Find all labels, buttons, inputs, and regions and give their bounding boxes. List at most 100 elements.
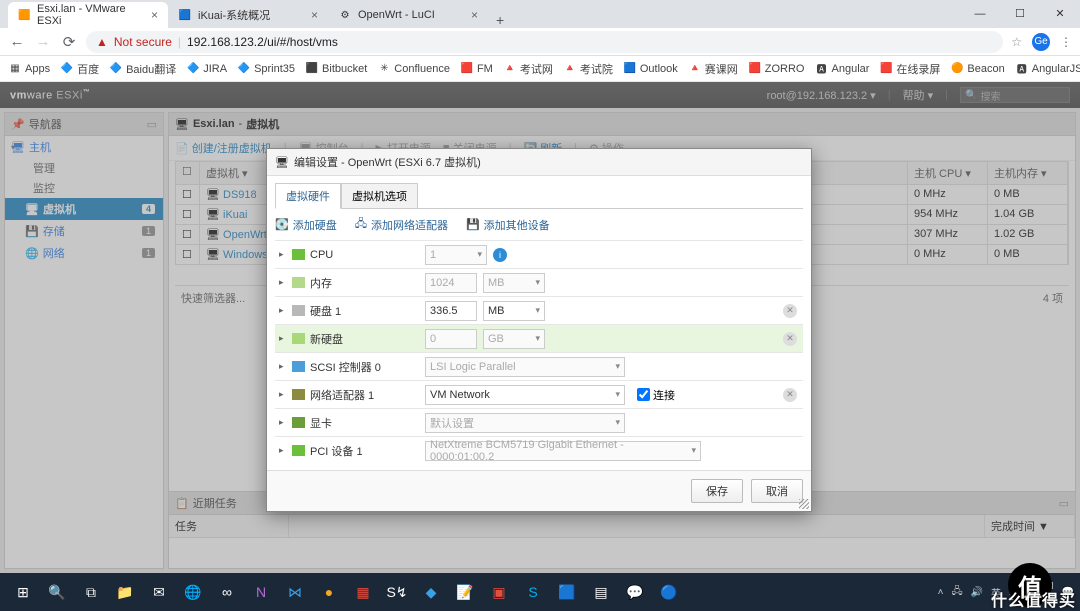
new-tab-button[interactable]: + — [488, 12, 512, 28]
vscode-icon[interactable]: ⋈ — [278, 576, 312, 608]
task-view-icon[interactable]: ⧉ — [74, 576, 108, 608]
bookmark-item[interactable]: 🅰AngularJS — [1015, 62, 1080, 76]
app-icon[interactable]: ◆ — [414, 576, 448, 608]
skype-icon[interactable]: S — [516, 576, 550, 608]
vm-name-link[interactable]: iKuai — [223, 209, 247, 221]
app-icon[interactable]: ▤ — [584, 576, 618, 608]
bookmark-item[interactable]: ▦Apps — [8, 62, 50, 76]
gpu-select[interactable]: 默认设置 — [425, 413, 625, 433]
expand-icon[interactable]: ▸ — [279, 305, 287, 316]
bookmark-item[interactable]: 🔷百度 — [60, 61, 99, 77]
row-checkbox[interactable]: ☐ — [176, 185, 200, 204]
tab-vm-options[interactable]: 虚拟机选项 — [341, 183, 418, 209]
col-task[interactable]: 任务 — [169, 515, 289, 537]
bookmark-item[interactable]: 🟠Beacon — [950, 62, 1004, 76]
remove-icon[interactable]: ✕ — [783, 332, 797, 346]
tray-chevron-icon[interactable]: ˄ — [938, 587, 944, 598]
forward-button[interactable]: → — [34, 33, 52, 50]
vm-name-link[interactable]: OpenWrt — [223, 229, 267, 241]
bookmark-item[interactable]: 🔺赛课网 — [688, 61, 738, 77]
expand-icon[interactable]: ▸ — [279, 249, 287, 260]
maximize-button[interactable]: ☐ — [1000, 0, 1040, 28]
pin-icon[interactable]: 📌 — [11, 118, 25, 131]
bookmark-item[interactable]: 🔷Sprint35 — [237, 62, 295, 76]
newdisk-unit-select[interactable]: GB — [483, 329, 545, 349]
star-icon[interactable]: ☆ — [1011, 35, 1022, 49]
tray-volume-icon[interactable]: 🔊 — [971, 587, 983, 598]
remove-icon[interactable]: ✕ — [783, 304, 797, 318]
app-icon[interactable]: 🔵 — [652, 576, 686, 608]
app-icon[interactable]: ▦ — [346, 576, 380, 608]
nic-network-select[interactable]: VM Network — [425, 385, 625, 405]
app-icon[interactable]: 🟦 — [550, 576, 584, 608]
nav-vms[interactable]: 🖥 虚拟机 4 — [5, 198, 163, 220]
expand-icon[interactable]: ▸ — [279, 277, 287, 288]
minimize-button[interactable]: — — [960, 0, 1000, 28]
bookmark-item[interactable]: 🟥在线录屏 — [879, 61, 940, 77]
bookmark-item[interactable]: ⬛Bitbucket — [305, 62, 367, 76]
bookmark-item[interactable]: 🔺考试网 — [503, 61, 553, 77]
info-icon[interactable]: i — [493, 248, 507, 262]
col-host-mem[interactable]: 主机内存 ▾ — [988, 162, 1068, 184]
app-icon[interactable]: ● — [312, 576, 346, 608]
user-menu[interactable]: root@192.168.123.2 ▾ — [767, 89, 876, 102]
nav-monitor[interactable]: 监控 — [5, 178, 163, 198]
browser-tab-ikuai[interactable]: 🟦 iKuai-系统概况 × — [168, 2, 328, 28]
col-host-cpu[interactable]: 主机 CPU ▾ — [908, 162, 988, 184]
nav-host[interactable]: ▾ 🖥 主机 — [5, 136, 163, 158]
memory-unit-select[interactable]: MB — [483, 273, 545, 293]
help-menu[interactable]: 帮助 ▾ — [903, 87, 934, 103]
bookmark-item[interactable]: ✳Confluence — [377, 62, 450, 76]
bookmark-item[interactable]: 🟥FM — [460, 62, 493, 76]
explorer-icon[interactable]: 📁 — [108, 576, 142, 608]
browser-tab-openwrt[interactable]: ⚙ OpenWrt - LuCI × — [328, 2, 488, 28]
app-icon[interactable]: ▣ — [482, 576, 516, 608]
collapse-icon[interactable]: ▭ — [1059, 497, 1069, 510]
add-other-button[interactable]: 💾添加其他设备 — [466, 215, 550, 234]
onenote-icon[interactable]: N — [244, 576, 278, 608]
expand-icon[interactable]: ▸ — [279, 445, 287, 456]
profile-avatar[interactable]: Ge — [1032, 33, 1050, 51]
url-input[interactable]: ▲ Not secure | 192.168.123.2/ui/#/host/v… — [86, 31, 1003, 53]
expand-icon[interactable]: ▸ — [279, 361, 287, 372]
bookmark-item[interactable]: 🔷Baidu翻译 — [109, 61, 176, 77]
search-icon[interactable]: 🔍 — [40, 576, 74, 608]
close-button[interactable]: ✕ — [1040, 0, 1080, 28]
create-vm-button[interactable]: 📄 创建/注册虚拟机 — [175, 140, 272, 156]
bookmark-item[interactable]: 🟥ZORRO — [748, 62, 805, 76]
chrome-icon[interactable]: 🌐 — [176, 576, 210, 608]
row-checkbox[interactable]: ☐ — [176, 245, 200, 264]
cpu-select[interactable]: 1 — [425, 245, 487, 265]
memory-input[interactable] — [425, 273, 477, 293]
bookmark-item[interactable]: 🟦Outlook — [623, 62, 678, 76]
vm-name-link[interactable]: DS918 — [223, 189, 257, 201]
browser-tab-esxi[interactable]: 🟧 Esxi.lan - VMware ESXi × — [8, 2, 168, 28]
resize-grip[interactable] — [799, 499, 809, 509]
app-icon[interactable]: S↯ — [380, 576, 414, 608]
col-complete-time[interactable]: 完成时间 ▼ — [985, 515, 1075, 537]
close-icon[interactable]: × — [471, 8, 478, 22]
quick-filter[interactable]: 快速筛选器... — [181, 290, 245, 306]
tray-network-icon[interactable]: 🖧 — [951, 584, 962, 601]
nav-manage[interactable]: 管理 — [5, 158, 163, 178]
select-all-checkbox[interactable]: ☐ — [176, 162, 200, 184]
app-icon[interactable]: 📝 — [448, 576, 482, 608]
wechat-icon[interactable]: 💬 — [618, 576, 652, 608]
collapse-icon[interactable]: ▭ — [147, 118, 157, 131]
remove-icon[interactable]: ✕ — [783, 388, 797, 402]
row-checkbox[interactable]: ☐ — [176, 225, 200, 244]
add-disk-button[interactable]: 💽添加硬盘 — [275, 215, 337, 234]
expand-icon[interactable]: ▸ — [279, 333, 287, 344]
disk1-unit-select[interactable]: MB — [483, 301, 545, 321]
expand-icon[interactable]: ▸ — [279, 417, 287, 428]
cancel-button[interactable]: 取消 — [751, 479, 803, 503]
bookmark-item[interactable]: 🅰Angular — [815, 62, 870, 76]
newdisk-size-input[interactable] — [425, 329, 477, 349]
add-nic-button[interactable]: 🖧添加网络适配器 — [355, 215, 448, 234]
vs-icon[interactable]: ∞ — [210, 576, 244, 608]
scsi-type-select[interactable]: LSI Logic Parallel — [425, 357, 625, 377]
mail-icon[interactable]: ✉ — [142, 576, 176, 608]
row-checkbox[interactable]: ☐ — [176, 205, 200, 224]
global-search-input[interactable]: 🔍 搜索 — [960, 87, 1070, 103]
back-button[interactable]: ← — [8, 33, 26, 50]
